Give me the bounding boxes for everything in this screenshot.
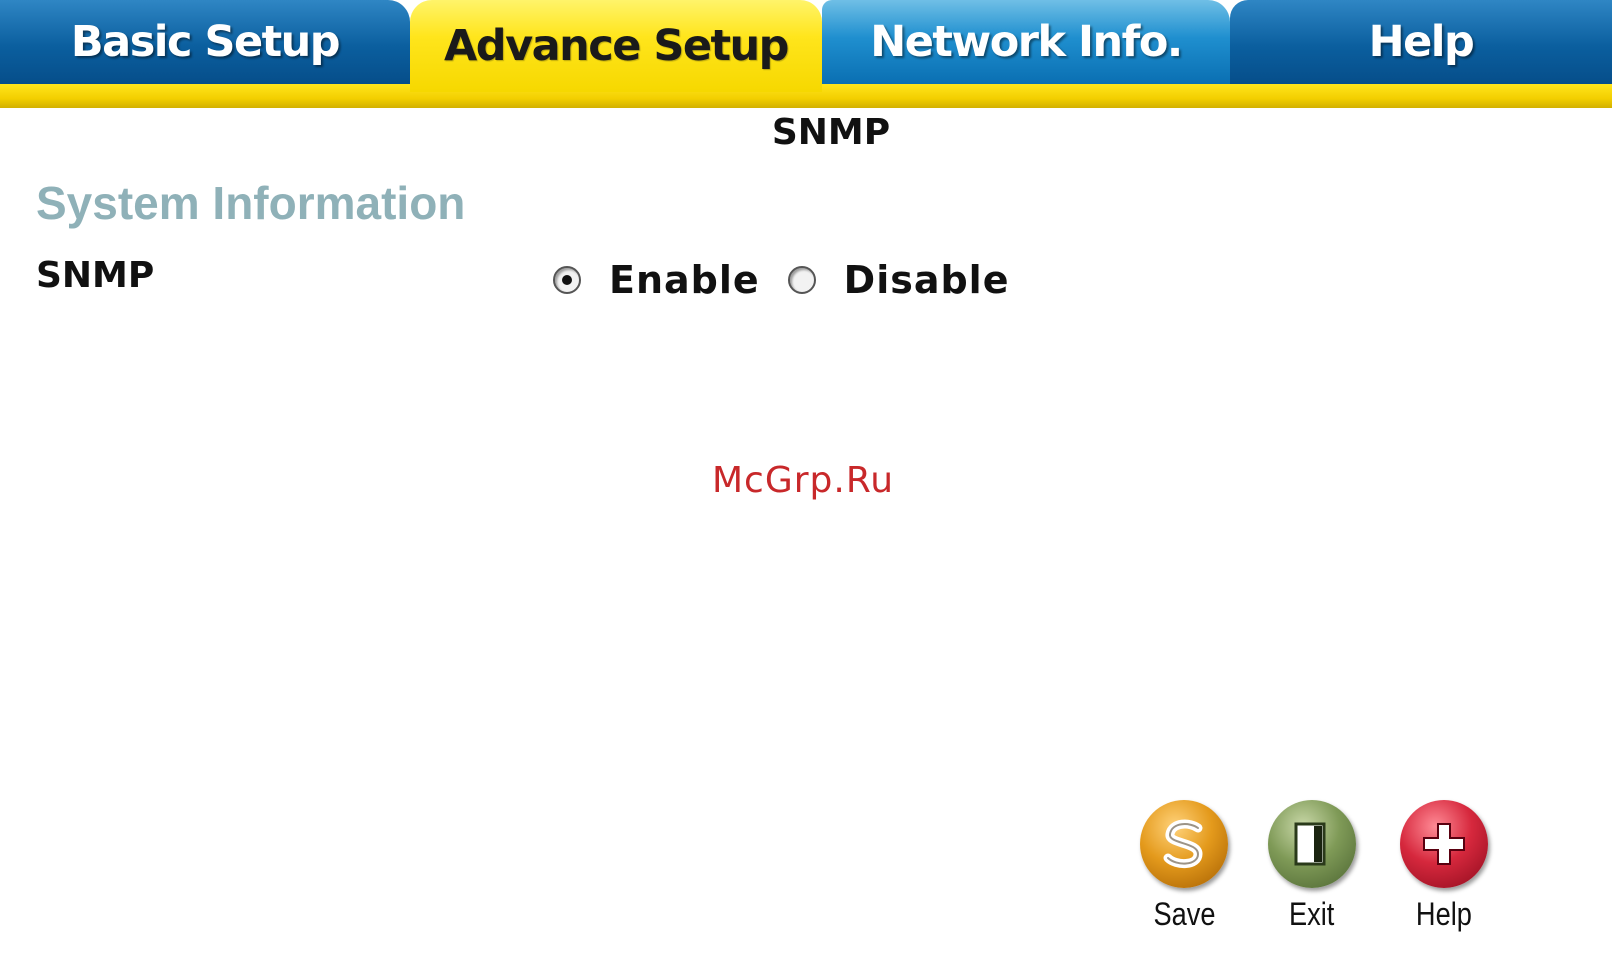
help-button[interactable]: Help: [1396, 800, 1492, 933]
help-plus-icon[interactable]: [1400, 800, 1488, 888]
tab-basic-setup[interactable]: Basic Setup: [0, 0, 410, 84]
snmp-disable-radio[interactable]: [787, 266, 816, 294]
save-button[interactable]: Save: [1136, 800, 1232, 933]
tab-advance-setup[interactable]: Advance Setup: [410, 0, 822, 92]
save-button-label: Save: [1153, 896, 1215, 932]
top-tab-bar: Basic Setup Advance Setup Network Info. …: [0, 0, 1612, 108]
snmp-enable-label[interactable]: Enable: [609, 258, 760, 302]
page-title: SNMP: [771, 112, 891, 153]
tab-help[interactable]: Help: [1230, 0, 1612, 84]
exit-button[interactable]: Exit: [1264, 800, 1360, 933]
save-icon[interactable]: [1140, 800, 1228, 888]
snmp-radio-group: Enable Disable: [553, 258, 1037, 302]
exit-button-label: Exit: [1289, 896, 1335, 932]
snmp-disable-label[interactable]: Disable: [844, 258, 1010, 302]
tab-network-info[interactable]: Network Info.: [822, 0, 1230, 84]
help-button-label: Help: [1416, 896, 1472, 932]
exit-icon[interactable]: [1268, 800, 1356, 888]
snmp-label: SNMP: [36, 255, 155, 296]
section-title: System Information: [36, 177, 466, 229]
snmp-enable-radio[interactable]: [553, 266, 581, 294]
watermark-text: McGrp.Ru: [712, 460, 895, 501]
